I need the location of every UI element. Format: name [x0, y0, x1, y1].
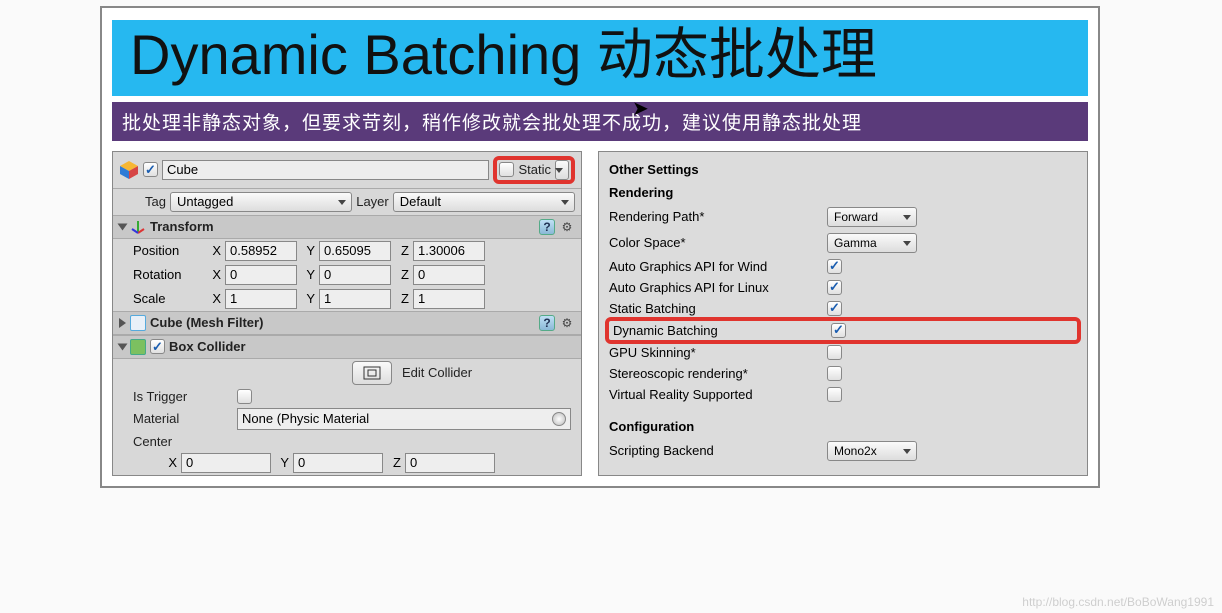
tag-label: Tag — [145, 194, 166, 209]
auto-graphics-windows-checkbox[interactable] — [827, 259, 842, 274]
subtitle-banner: 批处理非静态对象，但要求苛刻，稍作修改就会批处理不成功，建议使用静态批处理 — [112, 102, 1088, 141]
rendering-path-label: Rendering Path* — [609, 209, 819, 224]
title-banner: Dynamic Batching 动态批处理 — [112, 20, 1088, 96]
transform-title: Transform — [150, 219, 214, 234]
box-collider-enabled-checkbox[interactable] — [150, 339, 165, 354]
color-space-label: Color Space* — [609, 235, 819, 250]
physic-material-field[interactable]: None (Physic Material — [237, 408, 571, 430]
dynamic-batching-checkbox[interactable] — [831, 323, 846, 338]
static-checkbox[interactable] — [499, 162, 514, 177]
position-x-input[interactable] — [225, 241, 297, 261]
mesh-filter-foldout[interactable] — [119, 318, 126, 328]
edit-collider-button[interactable] — [352, 361, 392, 385]
auto-graphics-windows-label: Auto Graphics API for Wind — [609, 259, 819, 274]
scripting-backend-label: Scripting Backend — [609, 443, 819, 458]
scripting-backend-dropdown[interactable]: Mono2x — [827, 441, 917, 461]
rotation-label: Rotation — [133, 267, 203, 282]
gear-icon[interactable]: ⚙ — [559, 219, 575, 235]
rendering-heading: Rendering — [609, 181, 1077, 204]
mesh-filter-title: Cube (Mesh Filter) — [150, 315, 263, 330]
static-highlight: Static — [493, 156, 575, 184]
center-x-input[interactable] — [181, 453, 271, 473]
transform-foldout[interactable] — [118, 223, 128, 230]
gameobject-name-input[interactable] — [162, 160, 489, 180]
stereoscopic-label: Stereoscopic rendering* — [609, 366, 819, 381]
stereoscopic-checkbox[interactable] — [827, 366, 842, 381]
color-space-dropdown[interactable]: Gamma — [827, 233, 917, 253]
edit-collider-icon — [363, 366, 381, 380]
scale-y-input[interactable] — [319, 289, 391, 309]
help-icon[interactable]: ? — [539, 315, 555, 331]
layer-dropdown[interactable]: Default — [393, 192, 575, 212]
gameobject-active-checkbox[interactable] — [143, 162, 158, 177]
transform-axis-icon — [130, 219, 146, 235]
player-settings-panel: Other Settings Rendering Rendering Path*… — [598, 151, 1088, 476]
static-batching-label: Static Batching — [609, 301, 819, 316]
dynamic-batching-label: Dynamic Batching — [613, 323, 823, 338]
static-label: Static — [518, 162, 551, 177]
dynamic-batching-highlight: Dynamic Batching — [605, 317, 1081, 344]
is-trigger-label: Is Trigger — [133, 389, 233, 404]
layer-label: Layer — [356, 194, 389, 209]
box-collider-title: Box Collider — [169, 339, 246, 354]
static-dropdown[interactable] — [555, 160, 569, 180]
gpu-skinning-label: GPU Skinning* — [609, 345, 819, 360]
static-batching-checkbox[interactable] — [827, 301, 842, 316]
center-label: Center — [133, 434, 203, 449]
position-z-input[interactable] — [413, 241, 485, 261]
tag-dropdown[interactable]: Untagged — [170, 192, 352, 212]
gpu-skinning-checkbox[interactable] — [827, 345, 842, 360]
object-picker-icon[interactable] — [552, 412, 566, 426]
rotation-z-input[interactable] — [413, 265, 485, 285]
auto-graphics-linux-checkbox[interactable] — [827, 280, 842, 295]
rotation-x-input[interactable] — [225, 265, 297, 285]
inspector-panel: Static Tag Untagged Layer Default Transf… — [112, 151, 582, 476]
watermark-text: http://blog.csdn.net/BoBoWang1991 — [1022, 595, 1214, 609]
box-collider-foldout[interactable] — [118, 343, 128, 350]
vr-supported-label: Virtual Reality Supported — [609, 387, 819, 402]
rotation-y-input[interactable] — [319, 265, 391, 285]
position-label: Position — [133, 243, 203, 258]
material-label: Material — [133, 411, 233, 426]
rendering-path-dropdown[interactable]: Forward — [827, 207, 917, 227]
gameobject-cube-icon — [119, 160, 139, 180]
gear-icon[interactable]: ⚙ — [559, 315, 575, 331]
other-settings-heading: Other Settings — [609, 158, 1077, 181]
configuration-heading: Configuration — [609, 415, 1077, 438]
edit-collider-label: Edit Collider — [402, 365, 472, 380]
scale-z-input[interactable] — [413, 289, 485, 309]
center-z-input[interactable] — [405, 453, 495, 473]
position-y-input[interactable] — [319, 241, 391, 261]
scale-label: Scale — [133, 291, 203, 306]
is-trigger-checkbox[interactable] — [237, 389, 252, 404]
mesh-filter-icon — [130, 315, 146, 331]
box-collider-icon — [130, 339, 146, 355]
center-y-input[interactable] — [293, 453, 383, 473]
scale-x-input[interactable] — [225, 289, 297, 309]
help-icon[interactable]: ? — [539, 219, 555, 235]
auto-graphics-linux-label: Auto Graphics API for Linux — [609, 280, 819, 295]
vr-supported-checkbox[interactable] — [827, 387, 842, 402]
